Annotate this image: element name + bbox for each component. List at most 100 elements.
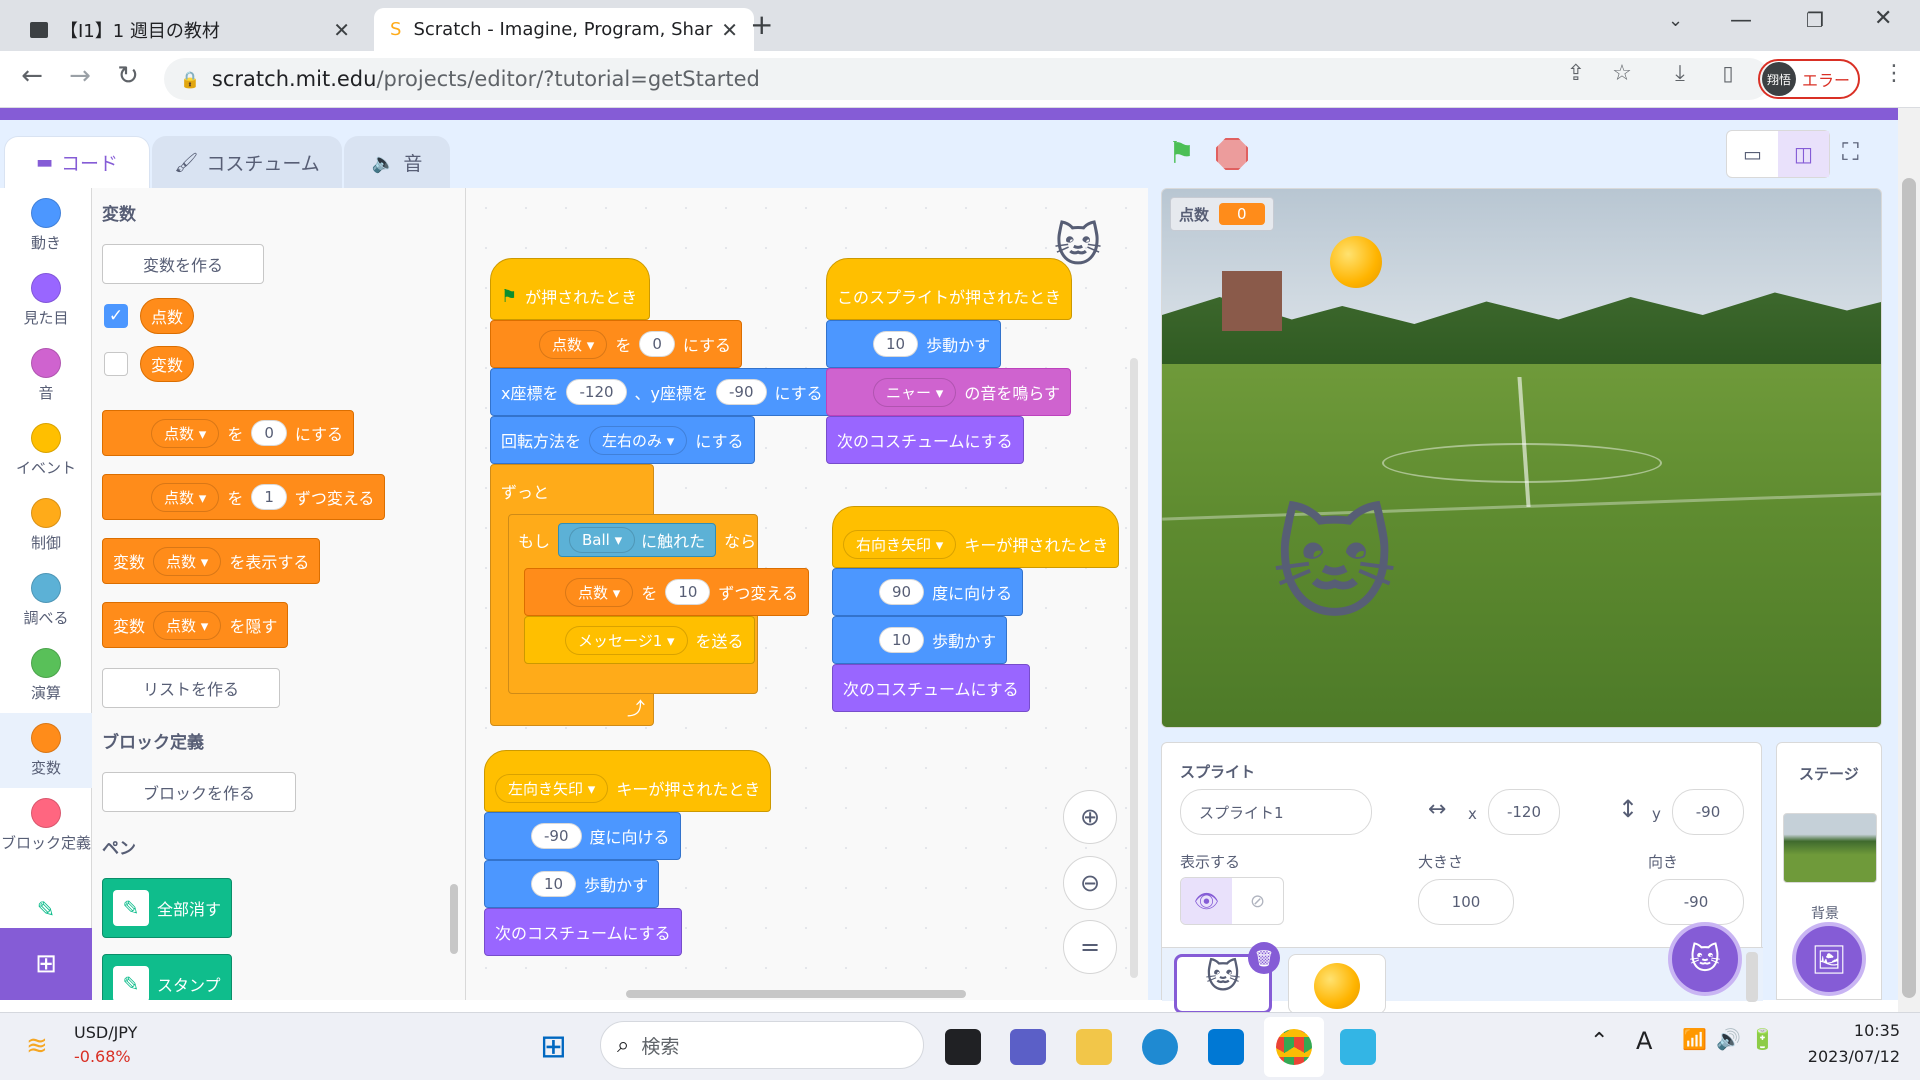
zoom-in-button[interactable]: ⊕ <box>1063 790 1117 844</box>
backdrop-thumbnail[interactable] <box>1783 813 1877 883</box>
reporter-var1[interactable]: 点数 <box>140 298 195 334</box>
when-flag-clicked-block[interactable]: ⚑ が押されたとき <box>490 258 650 320</box>
large-stage-icon[interactable]: ◫ <box>1778 131 1829 177</box>
rotation-style-block[interactable]: 回転方法を 左右のみ ▾ にする <box>490 416 755 464</box>
checkbox-var1[interactable]: ✓ <box>104 304 128 328</box>
x-input[interactable]: -120 <box>1488 789 1560 835</box>
value-input[interactable]: 0 <box>251 420 287 446</box>
set-variable-block[interactable]: 点数 ▾ を 0 にする <box>490 320 743 368</box>
touching-block[interactable]: Ball ▾ に触れた <box>558 523 717 557</box>
when-key-pressed-block[interactable]: 右向き矢印 ▾ キーが押されたとき <box>832 506 1120 568</box>
make-block-button[interactable]: ブロックを作る <box>102 772 296 812</box>
forward-icon[interactable]: → <box>62 61 98 91</box>
make-variable-button[interactable]: 変数を作る <box>102 244 264 284</box>
var-dropdown[interactable]: 点数 ▾ <box>151 482 220 512</box>
pen-clear-block[interactable]: ✎ 全部消す <box>102 878 233 938</box>
taskbar-search[interactable]: ⌕ 検索 <box>600 1021 924 1069</box>
ball-sprite[interactable] <box>1330 236 1382 288</box>
close-icon[interactable]: ✕ <box>721 18 738 42</box>
move-steps-block[interactable]: 10 歩動かす <box>832 616 1008 664</box>
category-looks[interactable]: 見た目 <box>0 273 92 328</box>
checkbox-var2[interactable] <box>104 352 128 376</box>
clock-time[interactable]: 10:35 <box>1790 1021 1900 1040</box>
windows-start-icon[interactable]: ⊞ <box>540 1027 567 1065</box>
add-backdrop-button[interactable]: 🖼 <box>1792 922 1866 996</box>
variable-monitor[interactable]: 点数 0 <box>1170 197 1274 231</box>
tray-chevron-icon[interactable]: ⌃ <box>1590 1029 1608 1054</box>
url-bar[interactable]: 🔒 scratch.mit.edu/projects/editor/?tutor… <box>164 58 1770 100</box>
tab-search-icon[interactable]: ⌄ <box>1668 10 1683 31</box>
when-sprite-clicked-block[interactable]: このスプライトが押されたとき <box>826 258 1073 320</box>
page-scrollbar[interactable] <box>1898 108 1920 1012</box>
volume-icon[interactable]: 🔊 <box>1716 1027 1741 1051</box>
hide-variable-block[interactable]: 変数 点数 ▾ を隠す <box>102 602 289 648</box>
side-panel-icon[interactable]: ▯ <box>1710 61 1746 85</box>
task-view-icon[interactable] <box>945 1029 981 1065</box>
next-costume-block[interactable]: 次のコスチュームにする <box>826 416 1024 464</box>
goto-xy-block[interactable]: x座標を -120 、y座標を -90 にする <box>490 368 834 416</box>
teams-icon[interactable] <box>1010 1029 1046 1065</box>
fullscreen-icon[interactable]: ⛶ <box>1842 138 1859 166</box>
new-tab-button[interactable]: + <box>750 8 773 41</box>
close-icon[interactable]: ✕ <box>333 18 350 42</box>
tab-scratch[interactable]: S Scratch - Imagine, Program, Shar ✕ <box>374 8 754 51</box>
delete-sprite-icon[interactable]: 🗑 <box>1248 942 1280 974</box>
move-steps-block[interactable]: 10 歩動かす <box>484 860 660 908</box>
ime-indicator[interactable]: A <box>1636 1027 1652 1055</box>
stock-widget-icon[interactable]: ≋ <box>26 1031 48 1061</box>
download-icon[interactable]: ⤓ <box>1662 61 1698 86</box>
green-flag-button[interactable]: ⚑ <box>1168 136 1195 171</box>
tab-code[interactable]: ▬ コード <box>4 136 150 188</box>
reload-icon[interactable]: ↻ <box>110 61 146 91</box>
sprite-name-input[interactable]: スプライト1 <box>1180 789 1372 835</box>
show-variable-block[interactable]: 変数 点数 ▾ を表示する <box>102 538 321 584</box>
category-motion[interactable]: 動き <box>0 198 92 253</box>
menu-icon[interactable]: ⋮ <box>1876 61 1912 86</box>
add-extension-button[interactable]: ⊞ <box>0 928 92 1000</box>
bookmark-star-icon[interactable]: ☆ <box>1604 61 1640 86</box>
edge-icon[interactable] <box>1142 1029 1178 1065</box>
zoom-reset-button[interactable]: = <box>1063 920 1117 974</box>
workspace-hscroll[interactable] <box>626 990 966 998</box>
sprite-list-scrollbar[interactable] <box>1746 952 1758 1002</box>
point-direction-block[interactable]: -90 度に向ける <box>484 812 681 860</box>
size-input[interactable]: 100 <box>1418 879 1514 925</box>
hide-eye-icon[interactable]: ⊘ <box>1232 878 1283 924</box>
zoom-out-button[interactable]: ⊖ <box>1063 856 1117 910</box>
make-list-button[interactable]: リストを作る <box>102 668 280 708</box>
show-eye-icon[interactable]: 👁 <box>1181 878 1232 924</box>
clock-date[interactable]: 2023/07/12 <box>1790 1047 1900 1066</box>
category-events[interactable]: イベント <box>0 423 92 478</box>
notepad-icon[interactable] <box>1340 1029 1376 1065</box>
y-input[interactable]: -90 <box>1672 789 1744 835</box>
wifi-icon[interactable]: 📶 <box>1682 1027 1707 1051</box>
when-key-pressed-block[interactable]: 左向き矢印 ▾ キーが押されたとき <box>484 750 772 812</box>
category-variables[interactable]: 変数 <box>0 713 92 788</box>
profile-button[interactable]: 翔悟 エラー <box>1758 59 1860 99</box>
workspace-vscroll[interactable] <box>1130 358 1138 978</box>
value-input[interactable]: 1 <box>251 484 287 510</box>
category-myblocks[interactable]: ブロック定義 <box>0 798 92 853</box>
small-stage-icon[interactable]: ▭ <box>1727 131 1778 177</box>
category-control[interactable]: 制御 <box>0 498 92 553</box>
back-icon[interactable]: ← <box>14 61 50 91</box>
cat-sprite[interactable]: 🐱 <box>1272 507 1397 627</box>
var-dropdown[interactable]: 点数 ▾ <box>153 546 222 576</box>
change-variable-block[interactable]: 点数 ▾ を 1 ずつ変える <box>102 474 386 520</box>
next-costume-block[interactable]: 次のコスチュームにする <box>832 664 1030 712</box>
reporter-var2[interactable]: 変数 <box>140 346 195 382</box>
restore-icon[interactable]: ❐ <box>1806 8 1824 32</box>
close-window-icon[interactable]: ✕ <box>1874 6 1892 31</box>
set-variable-block[interactable]: 点数 ▾ を 0 にする <box>102 410 355 456</box>
category-sound[interactable]: 音 <box>0 348 92 403</box>
tab-costumes[interactable]: 🖌 コスチューム <box>152 136 342 188</box>
code-workspace[interactable]: 🐱 ⚑ が押されたとき 点数 ▾ を 0 にする x座標を -120 、y座標を… <box>466 188 1148 1000</box>
pen-stamp-block[interactable]: ✎ スタンプ <box>102 954 232 1000</box>
store-icon[interactable] <box>1208 1029 1244 1065</box>
point-direction-block[interactable]: 90 度に向ける <box>832 568 1024 616</box>
direction-input[interactable]: -90 <box>1648 879 1744 925</box>
broadcast-block[interactable]: メッセージ1 ▾ を送る <box>524 616 755 664</box>
var-dropdown[interactable]: 点数 ▾ <box>151 418 220 448</box>
flyout-scrollbar[interactable] <box>450 884 458 954</box>
minimize-icon[interactable]: — <box>1730 8 1752 33</box>
